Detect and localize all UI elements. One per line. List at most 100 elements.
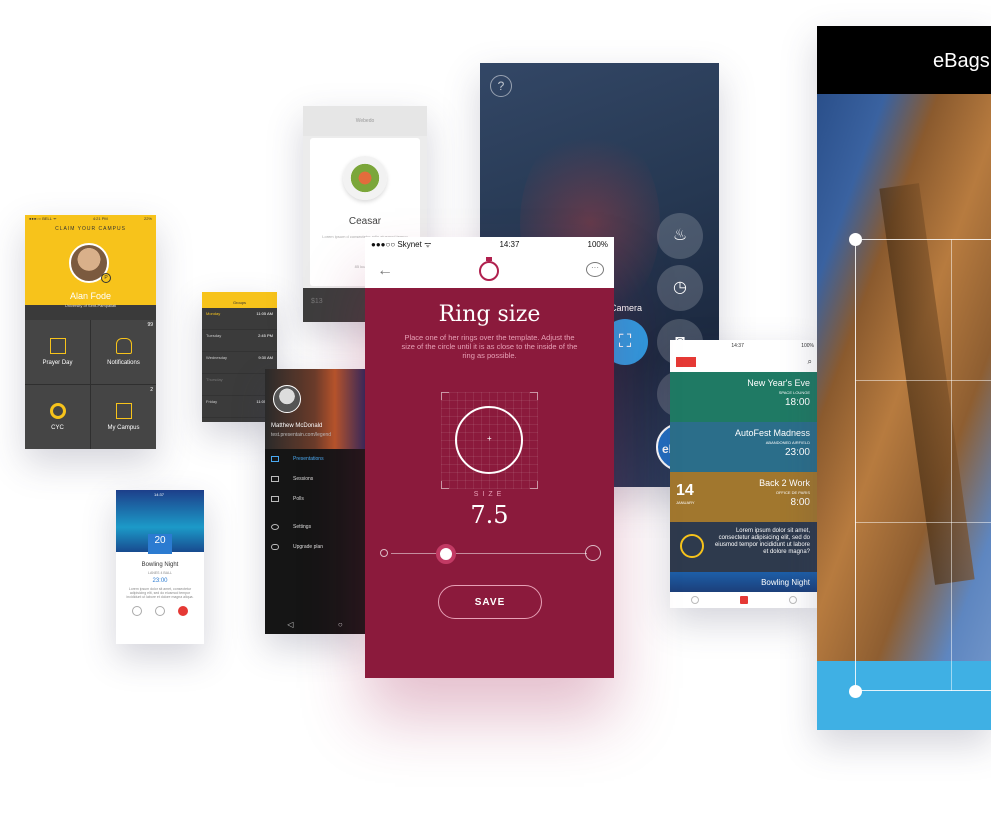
event-description: Lorem ipsum dolor sit amet, consectetur … (126, 587, 194, 599)
event-name: New Year's Eve (747, 378, 810, 388)
bowling-event-screen: 14:37 20 Bowling Night LANES 4 BALL 23:0… (116, 490, 204, 644)
bowling-hero-image: 14:37 20 (116, 490, 204, 554)
tile-my-campus[interactable]: 2 My Campus (91, 385, 156, 449)
status-battery: 22% (143, 216, 152, 221)
help-button[interactable]: ? (490, 75, 512, 97)
size-max-icon (585, 545, 601, 561)
building-icon (115, 403, 132, 419)
claim-title: CLAIM YOUR CAMPUS (55, 226, 126, 232)
crop-guide (951, 239, 952, 691)
crop-guide (855, 380, 991, 381)
search-icon[interactable]: ⌕ (808, 357, 812, 367)
tile-label: My Campus (107, 425, 140, 431)
android-nav-bar: ◁ ○ (265, 614, 365, 634)
status-time: 4:21 PM (92, 216, 108, 221)
event-item[interactable]: AutoFest Madness ABANDONED AIRFIELD 23:0… (670, 422, 818, 472)
size-label: SIZE (473, 491, 506, 498)
size-slider-thumb[interactable] (435, 544, 456, 564)
profile-university: University of Sent-Pampaliati (64, 303, 117, 308)
status-carrier: ●●●○○ BELL ᯤ (29, 216, 57, 221)
tile-label: CYC (51, 425, 64, 431)
crop-frame[interactable] (855, 239, 991, 691)
back-arrow-icon[interactable]: ← (377, 262, 393, 280)
event-venue: SPACE LOUNGE (778, 390, 810, 395)
list-item[interactable]: Tuesday 2:45 PM (202, 330, 277, 352)
event-item[interactable]: Lorem ipsum dolor sit amet, consectetur … (670, 522, 818, 572)
row-time: 9:30 AM (258, 355, 273, 360)
mockup-collage: ●●●○○ BELL ᯤ 4:21 PM 22% CLAIM YOUR CAMP… (0, 0, 991, 836)
event-name: Back 2 Work (759, 478, 810, 488)
event-item[interactable]: Bowling Night (670, 572, 818, 592)
camera-label: Camera (610, 303, 643, 313)
clock-icon[interactable]: ◷ (657, 265, 703, 311)
home-nav-icon[interactable]: ○ (338, 620, 343, 629)
row-time: 2:45 PM (258, 333, 273, 338)
bell-icon (115, 338, 132, 354)
row-day: Tuesday (206, 333, 222, 338)
profile-badge: P (101, 273, 111, 283)
activity-icon (680, 534, 704, 558)
drawer-item-sessions[interactable]: Sessions (265, 469, 365, 489)
drawer-item-label: Sessions (293, 476, 314, 482)
list-item[interactable]: Monday 11:05 AM (202, 308, 277, 330)
size-slider-track[interactable] (391, 553, 587, 554)
maybe-button[interactable] (154, 606, 165, 616)
drawer-item-presentations[interactable]: Presentations (265, 449, 365, 469)
not-going-button[interactable] (177, 606, 188, 616)
back-nav-icon[interactable]: ◁ (287, 620, 293, 629)
event-item[interactable]: 14 JANUARY Back 2 Work OFFICE DE PARIS 8:… (670, 472, 818, 522)
template-corner (441, 392, 449, 400)
profile-tab-icon[interactable] (690, 596, 699, 604)
ebags-crop-screen: eBags (817, 26, 991, 730)
drawer-item-polls[interactable]: Polls (265, 489, 365, 509)
status-time: 14:37 (154, 492, 165, 497)
status-time: 14:37 (499, 240, 520, 249)
play-icon (271, 476, 279, 482)
event-item[interactable]: New Year's Eve SPACE LOUNGE 18:00 (670, 372, 818, 422)
status-bar: ●●●○○ BELL ᯤ 4:21 PM 22% (25, 215, 156, 223)
row-day: Friday (206, 399, 218, 404)
chat-icon[interactable]: ··· (586, 262, 604, 277)
save-button[interactable]: SAVE (438, 585, 542, 619)
tile-notifications[interactable]: 99 Notifications (91, 320, 156, 384)
template-corner (441, 481, 449, 489)
crop-handle[interactable] (849, 685, 862, 698)
presentations-drawer: Matthew McDonald test.presentain.com/leg… (265, 369, 365, 634)
template-corner (530, 392, 538, 400)
drawer-user-email: test.presentain.com/legend (271, 432, 332, 438)
poll-icon (271, 496, 279, 502)
drawer-item-label: Settings (293, 524, 312, 530)
drawer-header: Matthew McDonald test.presentain.com/leg… (265, 369, 365, 449)
flame-icon[interactable]: ♨ (657, 213, 703, 259)
page-title: Ring size (438, 302, 541, 327)
info-tab-icon[interactable] (789, 596, 798, 604)
events-header: ⌕ (670, 352, 818, 372)
events-tab-icon[interactable] (739, 596, 748, 604)
crop-handle[interactable] (849, 233, 862, 246)
monitor-icon (271, 456, 279, 462)
going-button[interactable] (132, 606, 143, 616)
gear-icon (271, 524, 279, 530)
event-name: Bowling Night (761, 578, 810, 587)
avatar[interactable] (273, 385, 301, 413)
nav-bar: ← ··· (365, 252, 614, 288)
event-time: 18:00 (784, 397, 810, 408)
size-min-icon (380, 549, 388, 557)
row-day: Monday (206, 311, 221, 316)
status-battery: 100% (587, 240, 608, 249)
recipe-title: Ceasar (348, 216, 382, 227)
app-logo (676, 357, 696, 367)
center-crosshair-icon: + (487, 434, 492, 443)
event-subtitle: LANES 4 BALL (148, 571, 172, 575)
crop-guide (855, 522, 991, 523)
template-corner (530, 481, 538, 489)
status-battery: 100% (801, 343, 814, 349)
groups-title: Groups (202, 292, 277, 308)
campus-tiles: Prayer Day 99 Notifications CYC 2 My Cam… (25, 320, 156, 449)
tile-cyc[interactable]: CYC (25, 385, 90, 449)
drawer-item-settings[interactable]: Settings (265, 517, 365, 537)
drawer-item-upgrade[interactable]: Upgrade plan (265, 537, 365, 557)
recipe-nav-title: Webedo (303, 106, 427, 136)
tile-prayer-day[interactable]: Prayer Day (25, 320, 90, 384)
tile-label: Notifications (107, 360, 140, 366)
